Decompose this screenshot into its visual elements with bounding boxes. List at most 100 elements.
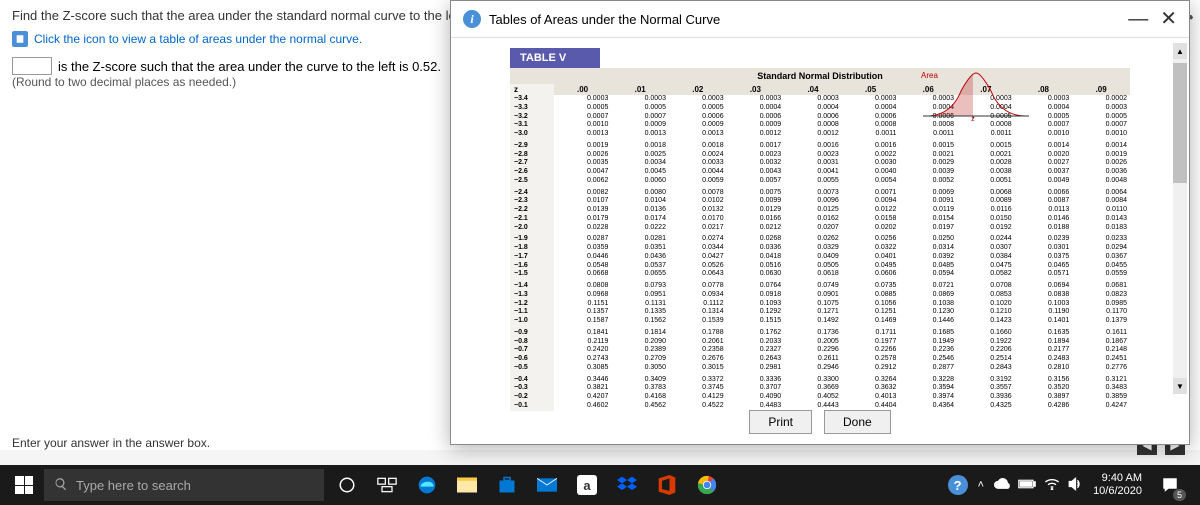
value-cell: 0.1251 [842, 308, 900, 317]
scrollbar[interactable]: ▲ ▼ [1173, 43, 1187, 394]
value-cell: 0.0022 [842, 151, 900, 160]
value-cell: 0.2296 [784, 346, 842, 355]
done-button[interactable]: Done [824, 410, 891, 434]
value-cell: 0.0005 [669, 104, 727, 113]
value-cell: 0.0023 [727, 151, 785, 160]
value-cell: 0.0071 [842, 189, 900, 198]
dropbox-icon[interactable] [608, 465, 646, 505]
z-cell: −0.3 [510, 384, 554, 393]
tray-chevron-icon[interactable]: ˄ [978, 479, 984, 491]
value-cell: 0.0749 [784, 282, 842, 291]
minimize-button[interactable]: — [1128, 9, 1148, 29]
scrollbar-thumb[interactable] [1173, 63, 1187, 183]
taskbar-search[interactable]: Type here to search [44, 469, 324, 501]
z-cell: −1.1 [510, 308, 554, 317]
taskbar: Type here to search a ? ˄ 9:40 AM 10/6/2… [0, 465, 1200, 505]
cortana-icon[interactable] [328, 465, 366, 505]
value-cell: 0.0040 [842, 168, 900, 177]
value-cell: 0.3121 [1072, 376, 1130, 385]
z-cell: −1.7 [510, 253, 554, 262]
print-button[interactable]: Print [749, 410, 812, 434]
value-cell: 0.0034 [611, 159, 669, 168]
scroll-down-button[interactable]: ▼ [1173, 378, 1187, 394]
notification-icon[interactable]: 5 [1152, 465, 1188, 505]
value-cell: 0.0062 [554, 177, 612, 189]
value-cell: 0.2776 [1072, 364, 1130, 376]
value-cell: 0.0004 [727, 104, 785, 113]
value-cell: 0.0951 [611, 291, 669, 300]
value-cell: 0.0009 [727, 121, 785, 130]
mail-icon[interactable] [528, 465, 566, 505]
value-cell: 0.2546 [899, 355, 957, 364]
table-row: −3.00.00130.00130.00130.00120.00120.0011… [510, 130, 1130, 142]
value-cell: 0.0446 [554, 253, 612, 262]
value-cell: 0.0096 [784, 197, 842, 206]
value-cell: 0.2005 [784, 338, 842, 347]
value-cell: 0.0934 [669, 291, 727, 300]
value-cell: 0.0005 [1072, 113, 1130, 122]
value-cell: 0.2981 [727, 364, 785, 376]
store-icon[interactable] [488, 465, 526, 505]
value-cell: 0.2709 [611, 355, 669, 364]
value-cell: 0.0012 [784, 130, 842, 142]
start-button[interactable] [4, 465, 44, 505]
value-cell: 0.3483 [1072, 384, 1130, 393]
value-cell: 0.3372 [669, 376, 727, 385]
value-cell: 0.2420 [554, 346, 612, 355]
amazon-icon[interactable]: a [568, 465, 606, 505]
table-row: −2.00.02280.02220.02170.02120.02070.0202… [510, 224, 1130, 236]
value-cell: 0.0107 [554, 197, 612, 206]
task-view-icon[interactable] [368, 465, 406, 505]
book-icon[interactable] [12, 31, 28, 47]
value-cell: 0.1949 [899, 338, 957, 347]
value-cell: 0.0594 [899, 270, 957, 282]
value-cell: 0.0294 [1072, 244, 1130, 253]
tray-help-icon[interactable]: ? [948, 475, 968, 495]
value-cell: 0.0764 [727, 282, 785, 291]
value-cell: 0.0392 [899, 253, 957, 262]
search-icon [54, 477, 68, 494]
table-link[interactable]: Click the icon to view a table of areas … [34, 32, 362, 46]
edge-icon[interactable] [408, 465, 446, 505]
value-cell: 0.3192 [957, 376, 1015, 385]
answer-text: is the Z-score such that the area under … [58, 59, 441, 74]
value-cell: 0.2148 [1072, 346, 1130, 355]
value-cell: 0.0307 [957, 244, 1015, 253]
value-cell: 0.4090 [727, 393, 785, 402]
value-cell: 0.4013 [842, 393, 900, 402]
value-cell: 0.1170 [1072, 308, 1130, 317]
value-cell: 0.0418 [727, 253, 785, 262]
value-cell: 0.2206 [957, 346, 1015, 355]
value-cell: 0.0011 [899, 130, 957, 142]
chrome-icon[interactable] [688, 465, 726, 505]
table-row: −3.30.00050.00050.00050.00040.00040.0004… [510, 104, 1130, 113]
value-cell: 0.0066 [1015, 189, 1073, 198]
value-cell: 0.0582 [957, 270, 1015, 282]
z-cell: −3.2 [510, 113, 554, 122]
wifi-icon[interactable] [1044, 478, 1060, 493]
value-cell: 0.2578 [842, 355, 900, 364]
value-cell: 0.0375 [1015, 253, 1073, 262]
onedrive-icon[interactable] [994, 478, 1010, 492]
value-cell: 0.0017 [727, 142, 785, 151]
value-cell: 0.2327 [727, 346, 785, 355]
value-cell: 0.0192 [957, 224, 1015, 236]
value-cell: 0.0054 [842, 177, 900, 189]
value-cell: 0.3821 [554, 384, 612, 393]
value-cell: 0.0212 [727, 224, 785, 236]
value-cell: 0.0016 [784, 142, 842, 151]
answer-input[interactable] [12, 57, 52, 75]
battery-icon[interactable] [1018, 479, 1036, 492]
value-cell: 0.0668 [554, 270, 612, 282]
clock[interactable]: 9:40 AM 10/6/2020 [1093, 472, 1142, 498]
value-cell: 0.3228 [899, 376, 957, 385]
office-icon[interactable] [648, 465, 686, 505]
explorer-icon[interactable] [448, 465, 486, 505]
value-cell: 0.3897 [1015, 393, 1073, 402]
volume-icon[interactable] [1068, 477, 1083, 494]
normal-table-modal: i Tables of Areas under the Normal Curve… [450, 0, 1190, 445]
value-cell: 0.2451 [1072, 355, 1130, 364]
value-cell: 0.2676 [669, 355, 727, 364]
scroll-up-button[interactable]: ▲ [1173, 43, 1187, 59]
close-button[interactable]: ✕ [1160, 9, 1177, 29]
